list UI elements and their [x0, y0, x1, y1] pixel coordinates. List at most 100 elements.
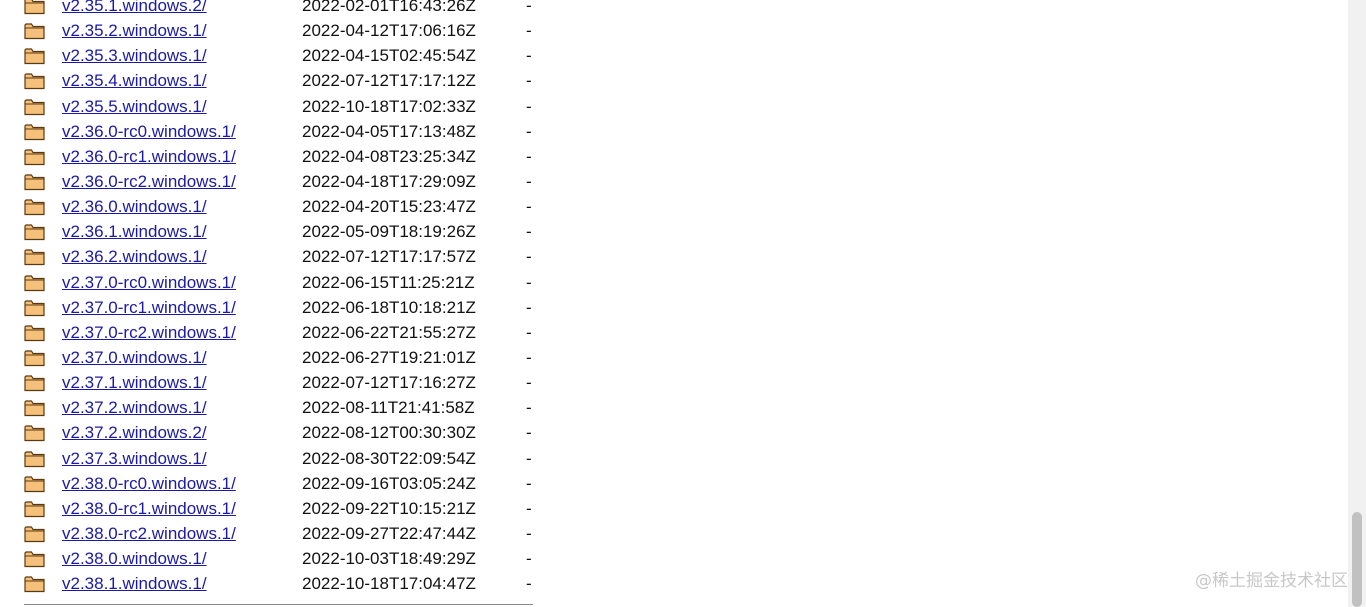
folder-icon [24, 274, 45, 292]
file-size: - [526, 146, 532, 166]
listing-row: v2.35.3.windows.1/2022-04-15T02:45:54Z - [0, 43, 1348, 68]
file-size: - [526, 71, 532, 91]
file-size: - [526, 398, 532, 418]
modified-date: 2022-09-22T10:15:21Z [302, 498, 476, 518]
folder-link[interactable]: v2.37.0-rc1.windows.1/ [62, 295, 236, 320]
listing-row: v2.35.1.windows.2/2022-02-01T16:43:26Z - [0, 0, 1348, 18]
folder-icon [24, 22, 45, 40]
file-size: - [526, 347, 532, 367]
folder-icon [24, 0, 45, 15]
listing-row: v2.35.2.windows.1/2022-04-12T17:06:16Z - [0, 18, 1348, 43]
folder-icon [24, 72, 45, 90]
folder-link[interactable]: v2.37.3.windows.1/ [62, 446, 207, 471]
file-size: - [526, 171, 532, 191]
listing-divider [24, 604, 533, 605]
folder-link[interactable]: v2.37.0-rc0.windows.1/ [62, 270, 236, 295]
folder-icon [24, 148, 45, 166]
listing-row: v2.37.2.windows.2/2022-08-12T00:30:30Z - [0, 420, 1348, 445]
folder-link[interactable]: v2.36.0-rc1.windows.1/ [62, 144, 236, 169]
file-size: - [526, 448, 532, 468]
scrollbar-thumb[interactable] [1352, 512, 1362, 607]
listing-row: v2.35.5.windows.1/2022-10-18T17:02:33Z - [0, 94, 1348, 119]
modified-date: 2022-10-18T17:02:33Z [302, 96, 476, 116]
watermark: @稀土掘金技术社区 [1195, 571, 1348, 591]
listing-row: v2.36.2.windows.1/2022-07-12T17:17:57Z - [0, 244, 1348, 269]
modified-date: 2022-10-18T17:04:47Z [302, 574, 476, 594]
file-size: - [526, 0, 532, 15]
folder-link[interactable]: v2.38.1.windows.1/ [62, 571, 207, 596]
modified-date: 2022-02-01T16:43:26Z [302, 0, 476, 15]
folder-icon [24, 223, 45, 241]
folder-icon [24, 349, 45, 367]
modified-date: 2022-04-18T17:29:09Z [302, 171, 476, 191]
folder-icon [24, 525, 45, 543]
folder-link[interactable]: v2.35.5.windows.1/ [62, 94, 207, 119]
folder-icon [24, 550, 45, 568]
folder-link[interactable]: v2.38.0-rc2.windows.1/ [62, 521, 236, 546]
folder-link[interactable]: v2.37.2.windows.1/ [62, 395, 207, 420]
modified-date: 2022-10-03T18:49:29Z [302, 549, 476, 569]
folder-link[interactable]: v2.37.0-rc2.windows.1/ [62, 320, 236, 345]
folder-link[interactable]: v2.36.1.windows.1/ [62, 219, 207, 244]
folder-link[interactable]: v2.38.0.windows.1/ [62, 546, 207, 571]
directory-listing: v2.35.1.windows.2/2022-02-01T16:43:26Z - v… [0, 0, 1348, 596]
folder-link[interactable]: v2.35.3.windows.1/ [62, 43, 207, 68]
listing-row: v2.38.0-rc2.windows.1/2022-09-27T22:47:4… [0, 521, 1348, 546]
file-size: - [526, 21, 532, 41]
file-size: - [526, 46, 532, 66]
modified-date: 2022-04-05T17:13:48Z [302, 121, 476, 141]
folder-link[interactable]: v2.35.4.windows.1/ [62, 68, 207, 93]
listing-row: v2.37.0-rc2.windows.1/2022-06-22T21:55:2… [0, 320, 1348, 345]
folder-link[interactable]: v2.37.0.windows.1/ [62, 345, 207, 370]
modified-date: 2022-08-12T00:30:30Z [302, 423, 476, 443]
file-size: - [526, 523, 532, 543]
modified-date: 2022-07-12T17:17:57Z [302, 247, 476, 267]
folder-link[interactable]: v2.36.2.windows.1/ [62, 244, 207, 269]
file-size: - [526, 247, 532, 267]
folder-link[interactable]: v2.38.0-rc1.windows.1/ [62, 496, 236, 521]
folder-link[interactable]: v2.35.1.windows.2/ [62, 0, 207, 18]
file-size: - [526, 473, 532, 493]
folder-icon [24, 173, 45, 191]
folder-icon [24, 500, 45, 518]
folder-icon [24, 374, 45, 392]
vertical-scrollbar[interactable] [1348, 0, 1366, 607]
folder-icon [24, 47, 45, 65]
listing-row: v2.38.0-rc1.windows.1/2022-09-22T10:15:2… [0, 496, 1348, 521]
file-size: - [526, 373, 532, 393]
folder-icon [24, 399, 45, 417]
modified-date: 2022-04-15T02:45:54Z [302, 46, 476, 66]
file-size: - [526, 121, 532, 141]
file-size: - [526, 498, 532, 518]
modified-date: 2022-04-12T17:06:16Z [302, 21, 476, 41]
modified-date: 2022-08-30T22:09:54Z [302, 448, 476, 468]
file-size: - [526, 222, 532, 242]
folder-link[interactable]: v2.36.0.windows.1/ [62, 194, 207, 219]
folder-icon [24, 98, 45, 116]
file-size: - [526, 574, 532, 594]
modified-date: 2022-07-12T17:17:12Z [302, 71, 476, 91]
folder-icon [24, 248, 45, 266]
listing-row: v2.36.0-rc2.windows.1/2022-04-18T17:29:0… [0, 169, 1348, 194]
folder-link[interactable]: v2.36.0-rc0.windows.1/ [62, 119, 236, 144]
folder-icon [24, 424, 45, 442]
folder-link[interactable]: v2.36.0-rc2.windows.1/ [62, 169, 236, 194]
modified-date: 2022-04-08T23:25:34Z [302, 146, 476, 166]
modified-date: 2022-04-20T15:23:47Z [302, 197, 476, 217]
listing-row: v2.38.1.windows.1/2022-10-18T17:04:47Z - [0, 571, 1348, 596]
listing-row: v2.38.0.windows.1/2022-10-03T18:49:29Z - [0, 546, 1348, 571]
folder-link[interactable]: v2.37.2.windows.2/ [62, 420, 207, 445]
modified-date: 2022-09-27T22:47:44Z [302, 523, 476, 543]
listing-row: v2.36.0-rc0.windows.1/2022-04-05T17:13:4… [0, 119, 1348, 144]
listing-row: v2.37.1.windows.1/2022-07-12T17:16:27Z - [0, 370, 1348, 395]
listing-row: v2.37.2.windows.1/2022-08-11T21:41:58Z - [0, 395, 1348, 420]
modified-date: 2022-09-16T03:05:24Z [302, 473, 476, 493]
folder-link[interactable]: v2.37.1.windows.1/ [62, 370, 207, 395]
folder-icon [24, 299, 45, 317]
listing-row: v2.35.4.windows.1/2022-07-12T17:17:12Z - [0, 68, 1348, 93]
folder-link[interactable]: v2.35.2.windows.1/ [62, 18, 207, 43]
modified-date: 2022-06-15T11:25:21Z [302, 272, 475, 292]
folder-link[interactable]: v2.38.0-rc0.windows.1/ [62, 471, 236, 496]
folder-icon [24, 475, 45, 493]
listing-row: v2.37.0-rc0.windows.1/2022-06-15T11:25:2… [0, 270, 1348, 295]
